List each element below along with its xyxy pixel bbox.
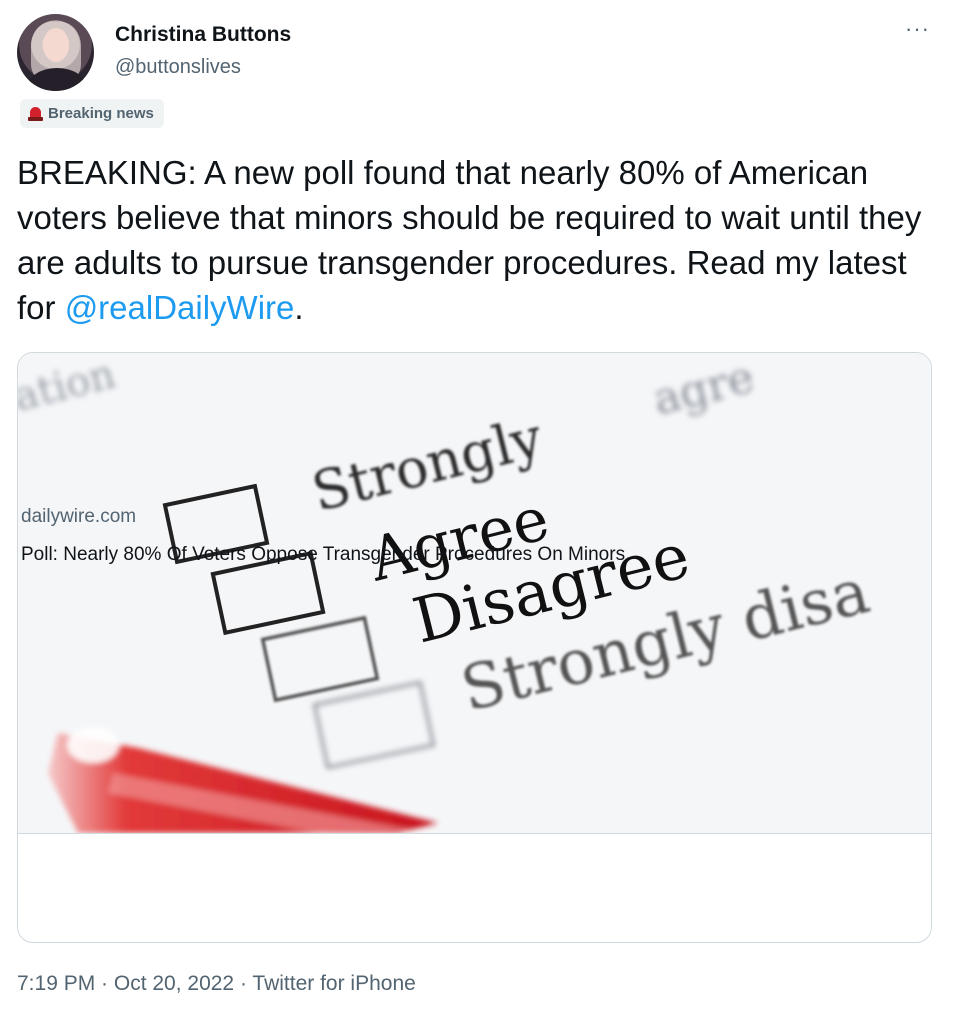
tweet: Christina Buttons @buttonslives ··· Brea… [0, 0, 954, 1024]
breaking-news-badge[interactable]: Breaking news [20, 99, 164, 128]
more-options-icon[interactable]: ··· [905, 16, 930, 42]
mention-link[interactable]: @realDailyWire [65, 289, 295, 326]
siren-icon [28, 106, 43, 121]
author-name[interactable]: Christina Buttons [115, 23, 291, 47]
card-image[interactable]: ation agre Strongly Agree Disagree Stron… [18, 353, 931, 833]
tweet-timestamp[interactable]: 7:19 PM · Oct 20, 2022 · Twitter for iPh… [17, 972, 416, 996]
link-card[interactable]: ation agre Strongly Agree Disagree Stron… [17, 352, 932, 943]
card-domain[interactable]: dailywire.com [21, 506, 136, 528]
avatar[interactable] [17, 14, 94, 91]
tweet-text: BREAKING: A new poll found that nearly 8… [17, 154, 922, 326]
badge-label: Breaking news [48, 105, 154, 122]
author-handle[interactable]: @buttonslives [115, 56, 241, 79]
card-headline[interactable]: Poll: Nearly 80% Of Voters Oppose Transg… [21, 544, 625, 566]
card-meta[interactable] [18, 833, 931, 942]
